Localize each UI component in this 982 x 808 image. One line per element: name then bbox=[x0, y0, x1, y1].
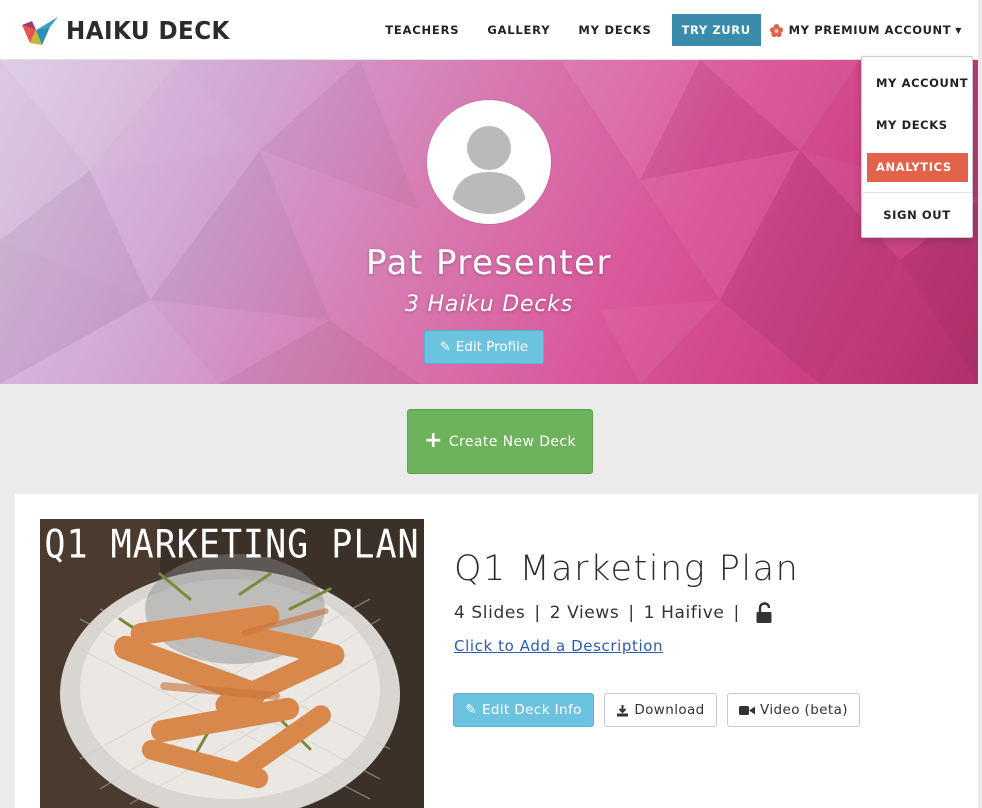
view-count: 2 Views bbox=[549, 603, 620, 623]
edit-deck-info-label: Edit Deck Info bbox=[481, 702, 582, 718]
edit-profile-button[interactable]: ✎ Edit Profile bbox=[424, 330, 544, 364]
brand-logo[interactable]: HAIKU DECK bbox=[20, 10, 244, 50]
profile-avatar[interactable] bbox=[427, 100, 551, 224]
profile-name: Pat Presenter bbox=[366, 243, 612, 283]
avatar-icon bbox=[451, 126, 527, 214]
deck-stats: 4 Slides | 2 Views | 1 Haifive | bbox=[454, 602, 773, 624]
download-icon bbox=[616, 704, 629, 717]
edit-icon: ✎ bbox=[465, 702, 477, 718]
haiku-deck-logo-icon bbox=[22, 17, 58, 45]
deck-card: Q1 MARKETING PLAN Q1 Marketing Plan 4 Sl… bbox=[15, 494, 978, 808]
menu-item-my-decks[interactable]: MY DECKS bbox=[876, 118, 982, 132]
menu-item-analytics[interactable]: ANALYTICS bbox=[867, 153, 968, 182]
deck-title[interactable]: Q1 Marketing Plan bbox=[454, 549, 799, 589]
deck-thumbnail[interactable]: Q1 MARKETING PLAN bbox=[40, 519, 424, 808]
add-description-link[interactable]: Click to Add a Description bbox=[454, 637, 663, 655]
top-navbar: HAIKU DECK TEACHERS GALLERY MY DECKS TRY… bbox=[0, 0, 978, 60]
edit-deck-info-button[interactable]: ✎ Edit Deck Info bbox=[453, 693, 594, 727]
profile-deck-count: 3 Haiku Decks bbox=[405, 292, 573, 317]
nav-teachers[interactable]: TEACHERS bbox=[371, 23, 473, 37]
video-label: Video (beta) bbox=[760, 702, 848, 718]
haifive-count: 1 Haifive bbox=[643, 603, 725, 623]
account-dropdown: MY ACCOUNT MY DECKS ANALYTICS SIGN OUT bbox=[861, 56, 973, 238]
unlock-icon[interactable] bbox=[755, 602, 773, 624]
thumbnail-title: Q1 MARKETING PLAN bbox=[44, 522, 420, 568]
nav-my-decks[interactable]: MY DECKS bbox=[564, 23, 665, 37]
deck-actions: ✎ Edit Deck Info Download Video (beta) bbox=[453, 693, 870, 727]
account-label: MY PREMIUM ACCOUNT bbox=[788, 23, 952, 37]
slide-count: 4 Slides bbox=[454, 603, 526, 623]
video-icon bbox=[739, 705, 756, 716]
edit-profile-label: Edit Profile bbox=[455, 339, 529, 355]
create-new-deck-button[interactable]: + Create New Deck bbox=[407, 409, 593, 474]
stat-divider: | bbox=[628, 603, 635, 623]
flower-icon bbox=[769, 23, 783, 37]
try-zuru-button[interactable]: TRY ZURU bbox=[671, 14, 761, 46]
profile-hero: Pat Presenter 3 Haiku Decks ✎ Edit Profi… bbox=[0, 60, 978, 384]
create-new-deck-label: Create New Deck bbox=[448, 433, 576, 450]
edit-icon: ✎ bbox=[439, 339, 451, 355]
brand-name: HAIKU DECK bbox=[66, 15, 230, 45]
caret-down-icon: ▼ bbox=[955, 25, 962, 35]
download-button[interactable]: Download bbox=[604, 693, 717, 727]
menu-item-my-account[interactable]: MY ACCOUNT bbox=[876, 76, 982, 90]
menu-item-sign-out[interactable]: SIGN OUT bbox=[862, 208, 972, 222]
download-label: Download bbox=[634, 702, 705, 718]
nav-menu: TEACHERS GALLERY MY DECKS TRY ZURU MY PR… bbox=[371, 14, 962, 46]
stat-divider: | bbox=[534, 603, 541, 623]
account-menu-toggle[interactable]: MY PREMIUM ACCOUNT ▼ bbox=[769, 23, 962, 38]
plus-icon: + bbox=[424, 427, 443, 453]
stat-divider: | bbox=[733, 603, 740, 623]
video-button[interactable]: Video (beta) bbox=[727, 693, 860, 727]
menu-divider bbox=[862, 192, 972, 193]
nav-gallery[interactable]: GALLERY bbox=[473, 23, 564, 37]
